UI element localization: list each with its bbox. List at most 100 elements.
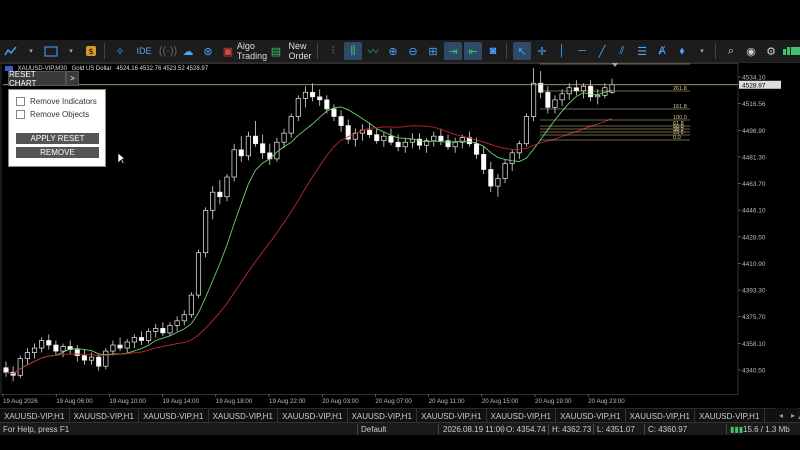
remove-indicators-checkbox[interactable] <box>16 97 25 106</box>
vps-icon[interactable]: ⊛ <box>199 42 217 60</box>
bull-candle <box>295 97 301 117</box>
crosshair-icon[interactable]: ✛ <box>533 42 551 60</box>
bear-candle <box>367 129 373 136</box>
price-chart[interactable]: 4534.10 4516.56 4498.90 4481.30 4463.70 4446.… <box>0 63 800 408</box>
symbol-tab[interactable]: XAUUSD-VIP,H1 <box>695 409 765 423</box>
cursor-icon[interactable]: ↖ <box>513 42 531 60</box>
status-divider <box>548 424 549 435</box>
bull-candle <box>559 93 565 101</box>
toolbar-separator <box>506 43 507 59</box>
signal-icon[interactable]: ((·)) <box>159 42 177 60</box>
bear-candle <box>324 99 330 110</box>
text-tool-icon[interactable]: Ⱥ <box>653 42 671 60</box>
chart-ohlc: 4524.16 4532.76 4523.52 4528.97 <box>116 66 209 73</box>
symbol-tab[interactable]: XAUUSD-VIP,H1 <box>139 409 209 423</box>
remove-objects-checkbox[interactable] <box>16 110 25 119</box>
status-divider <box>502 424 503 435</box>
dropdown-chevron-icon[interactable]: ▾ <box>22 42 40 60</box>
price-tick-label: 4393.30 <box>742 288 766 295</box>
bear-candle <box>481 153 487 170</box>
trendline-icon[interactable]: ╱ <box>593 42 611 60</box>
horizontal-line-icon[interactable]: ─ <box>573 42 591 60</box>
symbol-tab[interactable]: XAUUSD-VIP,H1 <box>556 409 626 423</box>
new-order-icon[interactable]: ▤ <box>267 42 285 60</box>
vertical-line-icon[interactable]: │ <box>553 42 571 60</box>
settings-icon[interactable]: ⚙ <box>762 42 780 60</box>
line-chart-icon[interactable]: 〰 <box>364 42 382 60</box>
symbol-tab[interactable]: XAUUSD-VIP,H1 <box>348 409 417 423</box>
bull-candle <box>167 325 173 334</box>
bull-candle <box>245 135 251 157</box>
bear-candle <box>374 134 380 142</box>
dropdown-chevron-icon[interactable]: ▾ <box>62 42 80 60</box>
dollar-icon[interactable]: $ <box>82 42 100 60</box>
symbol-tab[interactable]: XAUUSD-VIP,H1 <box>209 409 278 423</box>
bear-candle <box>3 367 9 373</box>
remove-indicators-option[interactable]: Remove Indicators <box>16 97 97 106</box>
symbol-tab[interactable]: XAUUSD-VIP,H1 <box>70 409 139 423</box>
bear-candle <box>252 135 259 145</box>
toolbar-separator <box>317 43 318 59</box>
market-icon[interactable]: ☁ <box>179 42 197 60</box>
status-divider <box>357 424 358 435</box>
bear-candle <box>317 96 323 101</box>
symbol-tab[interactable]: XAUUSD-VIP,H1 <box>0 409 70 423</box>
grid-icon[interactable]: ⊞ <box>424 42 442 60</box>
remove-indicators-label: Remove Indicators <box>30 97 97 106</box>
new-order-button[interactable]: New Order <box>287 41 313 61</box>
price-tick-label: 4375.70 <box>742 314 766 321</box>
bull-candle <box>302 91 308 99</box>
dropdown-chevron-icon[interactable]: ▾ <box>693 42 711 60</box>
fibonacci-icon[interactable]: ☰ <box>633 42 651 60</box>
zoom-in-icon[interactable]: ⊕ <box>384 42 402 60</box>
price-tick-label: 4340.50 <box>742 368 766 375</box>
time-tick-label: 20 Aug 19:00 <box>535 398 572 405</box>
equidistant-channel-icon[interactable]: ⫽ <box>613 42 631 60</box>
bull-candle <box>103 350 109 367</box>
chart-type-icon[interactable] <box>2 42 20 60</box>
reset-chart-expand-button[interactable]: > <box>66 71 79 86</box>
fibonacci-level-label: 0.0 <box>673 135 681 141</box>
screenshot-icon[interactable]: ◙ <box>484 42 502 60</box>
candlestick-icon[interactable]: ⫼ <box>344 42 362 60</box>
bull-candle <box>288 116 294 134</box>
bear-candle <box>74 349 80 356</box>
bull-candle <box>495 178 501 187</box>
search-icon[interactable]: ⌕ <box>722 42 740 60</box>
time-tick-label: 20 Aug 23:00 <box>588 398 625 405</box>
current-price-label: 4528.97 <box>742 82 766 89</box>
fibonacci-level-label: 161.8 <box>673 104 687 110</box>
main-toolbar: ▾ ▾ $ ✧ IDE ((·)) ☁ ⊛ ▣ Algo Trading ▤ N… <box>0 40 800 63</box>
bull-candle <box>188 294 194 316</box>
remove-objects-option[interactable]: Remove Objects <box>16 110 89 119</box>
symbol-tab[interactable]: XAUUSD-VIP,H1 <box>487 409 556 423</box>
remove-button[interactable]: REMOVE <box>16 147 99 158</box>
bull-candle <box>580 85 587 92</box>
bear-candle <box>238 149 244 157</box>
chart-shift-icon[interactable]: ⇤ <box>464 42 482 60</box>
ide-button[interactable]: IDE <box>131 42 157 60</box>
time-tick-label: 19 Aug 2026 <box>3 398 38 405</box>
connection-icon[interactable] <box>782 42 800 60</box>
bull-candle <box>181 314 187 322</box>
shapes-icon[interactable]: ⬧ <box>673 42 691 60</box>
symbol-tab[interactable]: XAUUSD-VIP,H1 <box>278 409 348 423</box>
algo-trading-button[interactable]: Algo Trading <box>237 41 267 61</box>
reset-chart-button[interactable]: RESET CHART <box>8 70 66 88</box>
zoom-out-icon[interactable]: ⊖ <box>404 42 422 60</box>
strategy-tester-icon[interactable]: ✧ <box>111 42 129 60</box>
price-tick-label: 4534.10 <box>742 75 766 82</box>
symbol-tabs: XAUUSD-VIP,H1 XAUUSD-VIP,H1 XAUUSD-VIP,H1 X… <box>0 408 800 423</box>
algo-trading-icon[interactable]: ▣ <box>219 42 237 60</box>
account-icon[interactable]: ◉ <box>742 42 760 60</box>
apply-reset-button[interactable]: APPLY RESET <box>16 133 99 144</box>
fibonacci-level-label: 423.6 <box>673 63 687 65</box>
tab-scroll-right-icon[interactable]: ▸ <box>788 408 798 422</box>
tab-scroll-left-icon[interactable]: ◂ <box>776 408 786 422</box>
new-chart-icon[interactable] <box>42 42 60 60</box>
symbol-tab[interactable]: XAUUSD-VIP,H1 <box>626 409 695 423</box>
time-tick-label: 19 Aug 14:00 <box>163 398 200 405</box>
auto-scroll-icon[interactable]: ⇥ <box>444 42 462 60</box>
bar-chart-icon[interactable]: ⫶ <box>324 42 342 60</box>
symbol-tab[interactable]: XAUUSD-VIP,H1 <box>417 409 487 423</box>
